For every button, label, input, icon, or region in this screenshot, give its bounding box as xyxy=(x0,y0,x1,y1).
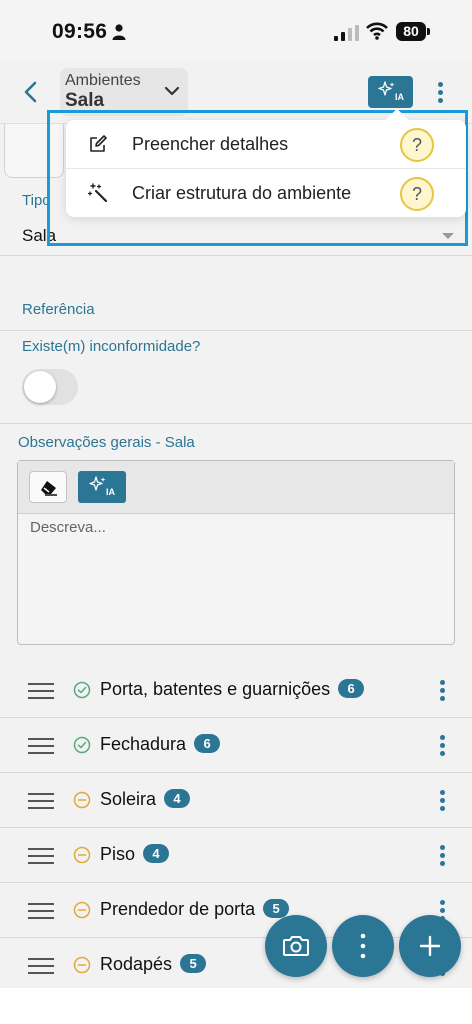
editor-placeholder: Descreva... xyxy=(30,519,106,536)
more-options-icon[interactable] xyxy=(440,680,446,704)
inconformidade-label: Existe(m) inconformidade? xyxy=(22,338,201,355)
check-circle-icon xyxy=(73,681,91,699)
menu-item-preencher-detalhes[interactable]: Preencher detalhes ? xyxy=(66,120,466,168)
sparkles-icon xyxy=(89,476,106,491)
item-label: Porta, batentes e guarnições 6 xyxy=(100,679,365,700)
drag-handle-icon[interactable] xyxy=(28,958,54,974)
more-options-icon[interactable] xyxy=(438,82,444,106)
header-kicker: Ambientes xyxy=(65,72,141,89)
bottom-safe-area xyxy=(0,988,472,1024)
check-circle-icon xyxy=(73,736,91,754)
pending-circle-icon xyxy=(73,791,91,809)
item-label: Prendedor de porta 5 xyxy=(100,899,290,920)
more-options-icon[interactable] xyxy=(440,845,446,869)
divider xyxy=(0,255,472,256)
count-badge: 4 xyxy=(143,844,170,863)
edit-icon xyxy=(90,135,107,152)
help-button[interactable]: ? xyxy=(400,177,434,211)
plus-icon xyxy=(419,935,441,957)
count-badge: 5 xyxy=(180,954,207,973)
more-options-icon[interactable] xyxy=(440,790,446,814)
list-item[interactable]: Prendedor de porta 5 xyxy=(0,883,472,938)
menu-item-label: Criar estrutura do ambiente xyxy=(132,183,352,203)
menu-item-label: Preencher detalhes xyxy=(132,134,289,154)
battery-indicator: 80 xyxy=(396,22,430,41)
status-time: 09:56 xyxy=(52,20,108,43)
sparkles-icon xyxy=(378,81,395,96)
drag-handle-icon[interactable] xyxy=(28,903,54,919)
observacoes-editor[interactable]: IA Descreva... xyxy=(17,460,455,645)
list-item[interactable]: Soleira 4 xyxy=(0,773,472,828)
menu-item-criar-estrutura[interactable]: Criar estrutura do ambiente ? xyxy=(66,168,466,216)
divider xyxy=(0,423,472,424)
more-options-icon[interactable] xyxy=(440,735,446,759)
editor-ai-button[interactable]: IA xyxy=(78,471,126,503)
item-label: Fechadura 6 xyxy=(100,734,221,755)
drag-handle-icon[interactable] xyxy=(28,793,54,809)
list-item[interactable]: Piso 4 xyxy=(0,828,472,883)
wifi-icon xyxy=(366,22,388,40)
status-bar: 09:56 80 xyxy=(0,0,472,60)
battery-tip xyxy=(427,28,430,35)
ai-badge-text: IA xyxy=(106,487,115,497)
item-label: Piso 4 xyxy=(100,844,170,865)
count-badge: 4 xyxy=(164,789,191,808)
count-badge: 6 xyxy=(194,734,221,753)
inconformidade-toggle[interactable] xyxy=(22,369,78,405)
toggle-knob xyxy=(24,371,56,403)
divider xyxy=(0,330,472,331)
person-icon xyxy=(112,24,126,40)
pending-circle-icon xyxy=(73,846,91,864)
camera-fab[interactable] xyxy=(265,915,327,977)
back-chevron-icon[interactable] xyxy=(20,80,42,104)
add-fab[interactable] xyxy=(399,915,461,977)
drag-handle-icon[interactable] xyxy=(28,848,54,864)
observacoes-label: Observações gerais - Sala xyxy=(18,434,195,451)
chevron-down-icon xyxy=(164,86,180,96)
list-item[interactable]: Porta, batentes e guarnições 6 xyxy=(0,663,472,718)
ai-badge-text: IA xyxy=(395,92,404,102)
camera-icon xyxy=(283,936,309,956)
magic-wand-icon xyxy=(88,183,108,203)
count-badge: 6 xyxy=(338,679,365,698)
environment-selector[interactable]: Ambientes Sala xyxy=(60,68,188,116)
clear-format-button[interactable] xyxy=(29,471,67,503)
list-item[interactable]: Fechadura 6 xyxy=(0,718,472,773)
battery-level: 80 xyxy=(396,22,426,41)
eraser-icon xyxy=(41,481,57,496)
vertical-dots-icon xyxy=(360,933,366,959)
ai-dropdown-menu: Preencher detalhes ? Criar estrutura do … xyxy=(66,120,466,217)
pending-circle-icon xyxy=(73,956,91,974)
item-label: Rodapés 5 xyxy=(100,954,207,975)
referencia-label: Referência xyxy=(22,301,95,318)
signal-icon xyxy=(334,25,359,41)
pending-circle-icon xyxy=(73,901,91,919)
page-title: Sala xyxy=(65,90,105,111)
help-button[interactable]: ? xyxy=(400,128,434,162)
item-label: Soleira 4 xyxy=(100,789,191,810)
ai-menu-button[interactable]: IA xyxy=(368,76,413,108)
drag-handle-icon[interactable] xyxy=(28,683,54,699)
editor-toolbar: IA xyxy=(18,461,454,514)
count-badge: 5 xyxy=(263,899,290,918)
more-actions-fab[interactable] xyxy=(332,915,394,977)
drag-handle-icon[interactable] xyxy=(28,738,54,754)
